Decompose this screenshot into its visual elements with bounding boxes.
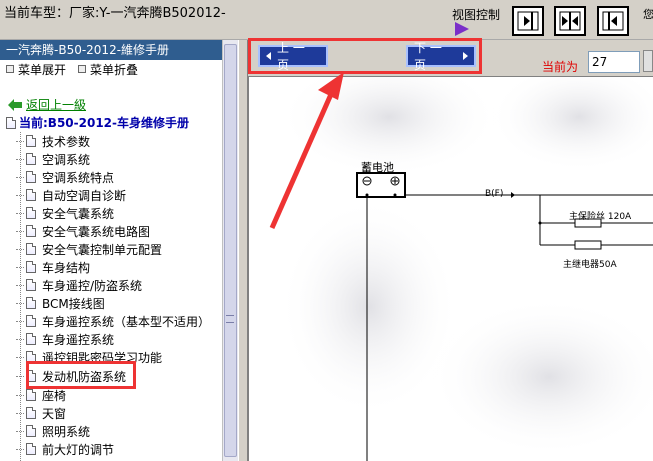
- tree-item-label: 自动空调自诊断: [42, 188, 127, 203]
- panel-splitter[interactable]: [238, 40, 248, 461]
- tree-item[interactable]: 照明系统: [16, 422, 90, 440]
- document-icon: [26, 189, 36, 201]
- page-number-input[interactable]: [588, 51, 640, 73]
- tree-item[interactable]: 安全气囊系统: [16, 204, 114, 222]
- current-manual-label: 当前:B50-2012-车身维修手册: [19, 116, 190, 130]
- left-scrollbar[interactable]: [222, 40, 238, 461]
- next-page-button[interactable]: 下 一 页: [406, 41, 476, 72]
- panel-split-icon: [559, 11, 581, 31]
- view-left-panel-button[interactable]: [512, 6, 544, 36]
- tree-item-label: 座椅: [42, 388, 67, 403]
- document-icon: [26, 243, 36, 255]
- view-control-label: 视图控制: [452, 8, 501, 22]
- tree-item-label: 天窗: [42, 406, 67, 421]
- document-icon: [26, 153, 36, 165]
- document-icon: [26, 389, 36, 401]
- tree-item[interactable]: 天窗: [16, 404, 66, 422]
- document-icon: [26, 333, 36, 345]
- car-model-label: 当前车型：厂家:Y-一汽奔腾B502012-: [4, 6, 226, 21]
- tree-item[interactable]: 座椅: [16, 386, 66, 404]
- tree-item[interactable]: 安全气囊系统电路图: [16, 222, 150, 240]
- tree-item-label: 安全气囊系统: [42, 206, 115, 221]
- tree-item-label: 前大灯的调节: [42, 442, 115, 457]
- wiring-diagram: 蓄电池 B(F) 主保险丝 120A 主继电器50A: [248, 76, 653, 461]
- prev-page-label: 上 一 页: [277, 41, 305, 72]
- left-panel: 一汽奔腾-B50-2012-維修手册 菜单展开 菜单折叠 返回上一級 当前:B5…: [0, 40, 238, 461]
- tree-item-label: 技术参数: [42, 134, 91, 149]
- tree-item[interactable]: 技术参数: [16, 132, 90, 150]
- tree-item-label: 发动机防盗系统: [42, 369, 127, 384]
- tree-item-label: 安全气囊控制单元配置: [42, 242, 163, 257]
- tree-item[interactable]: 空调系统: [16, 150, 90, 168]
- go-page-button[interactable]: [643, 50, 653, 72]
- next-arrow-icon: [463, 52, 468, 60]
- next-page-label: 下 一 页: [414, 41, 442, 72]
- main-relay-label: 主继电器50A: [563, 260, 617, 270]
- panel-right-arrow-icon: [517, 11, 539, 31]
- expand-label: 菜单展开: [18, 62, 67, 77]
- tree-item[interactable]: BCM接线图: [16, 294, 105, 312]
- expand-icon: [6, 65, 14, 73]
- view-right-panel-button[interactable]: [597, 6, 629, 36]
- tree-item[interactable]: 车身遥控系统: [16, 330, 114, 348]
- tree-item-label: 空调系统特点: [42, 170, 115, 185]
- tree-item-label: 车身遥控/防盗系统: [42, 278, 143, 293]
- tree-item[interactable]: 遥控钥匙密码学习功能: [16, 348, 162, 366]
- book-icon: [6, 116, 16, 129]
- back-link-row[interactable]: 返回上一級: [8, 96, 86, 113]
- view-both-panels-button[interactable]: [554, 6, 586, 36]
- top-cut-text: 您: [643, 8, 653, 21]
- current-manual-row: 当前:B50-2012-车身维修手册: [6, 114, 189, 131]
- tree-item-label: BCM接线图: [42, 296, 105, 311]
- expand-menu-button[interactable]: 菜单展开: [6, 61, 66, 78]
- view-arrow-icon: [455, 22, 469, 36]
- top-bar: 当前车型：厂家:Y-一汽奔腾B502012- 视图控制 您: [0, 0, 653, 40]
- tree-item[interactable]: 空调系统特点: [16, 168, 114, 186]
- wire-bf-label: B(F): [485, 189, 504, 199]
- tree-item-label: 照明系统: [42, 424, 91, 439]
- tree-item[interactable]: 车身遥控/防盗系统: [16, 276, 142, 294]
- main-fuse-label: 主保险丝 120A: [569, 212, 632, 222]
- back-arrow-icon: [8, 98, 22, 111]
- document-icon: [26, 443, 36, 455]
- document-icon: [26, 315, 36, 327]
- prev-page-button[interactable]: 上 一 页: [258, 41, 328, 72]
- current-page-label: 当前为: [542, 60, 579, 74]
- tree-item[interactable]: 车身结构: [16, 258, 90, 276]
- tree-item-label: 安全气囊系统电路图: [42, 224, 151, 239]
- document-icon: [26, 279, 36, 291]
- document-icon: [26, 135, 36, 147]
- tree-item-selected[interactable]: 发动机防盗系统: [16, 367, 126, 385]
- collapse-icon: [78, 65, 87, 73]
- battery-label: 蓄电池: [361, 161, 394, 174]
- collapse-label: 菜单折叠: [90, 62, 139, 77]
- document-icon: [26, 225, 36, 237]
- back-link[interactable]: 返回上一級: [26, 96, 86, 113]
- document-icon: [26, 297, 36, 309]
- tree-item-label: 遥控钥匙密码学习功能: [42, 350, 163, 365]
- document-icon: [26, 370, 36, 382]
- manual-title: 一汽奔腾-B50-2012-維修手册: [0, 40, 237, 60]
- tree-item-label: 车身遥控系统: [42, 332, 115, 347]
- tree-item[interactable]: 前大灯的调节: [16, 440, 114, 458]
- tree-item-label: 空调系统: [42, 152, 91, 167]
- collapse-menu-button[interactable]: 菜单折叠: [78, 61, 138, 78]
- tree-item[interactable]: 车身遥控系统（基本型不适用）: [16, 312, 210, 330]
- document-icon: [26, 351, 36, 363]
- menu-controls: 菜单展开 菜单折叠: [0, 60, 237, 78]
- document-icon: [26, 261, 36, 273]
- tree-item[interactable]: 安全气囊控制单元配置: [16, 240, 162, 258]
- tree-item-label: 车身遥控系统（基本型不适用）: [42, 314, 211, 329]
- document-icon: [26, 171, 36, 183]
- prev-arrow-icon: [266, 52, 271, 60]
- manual-tree: 技术参数 空调系统 空调系统特点 自动空调自诊断 安全气囊系统 安全气囊系统电路…: [0, 132, 222, 461]
- tree-item[interactable]: 自动空调自诊断: [16, 186, 126, 204]
- scroll-grip-icon: [226, 315, 234, 323]
- document-icon: [26, 207, 36, 219]
- document-icon: [26, 425, 36, 437]
- left-scrollbar-thumb[interactable]: [224, 44, 237, 457]
- document-icon: [26, 407, 36, 419]
- tree-item-label: 车身结构: [42, 260, 91, 275]
- panel-left-arrow-icon: [602, 11, 624, 31]
